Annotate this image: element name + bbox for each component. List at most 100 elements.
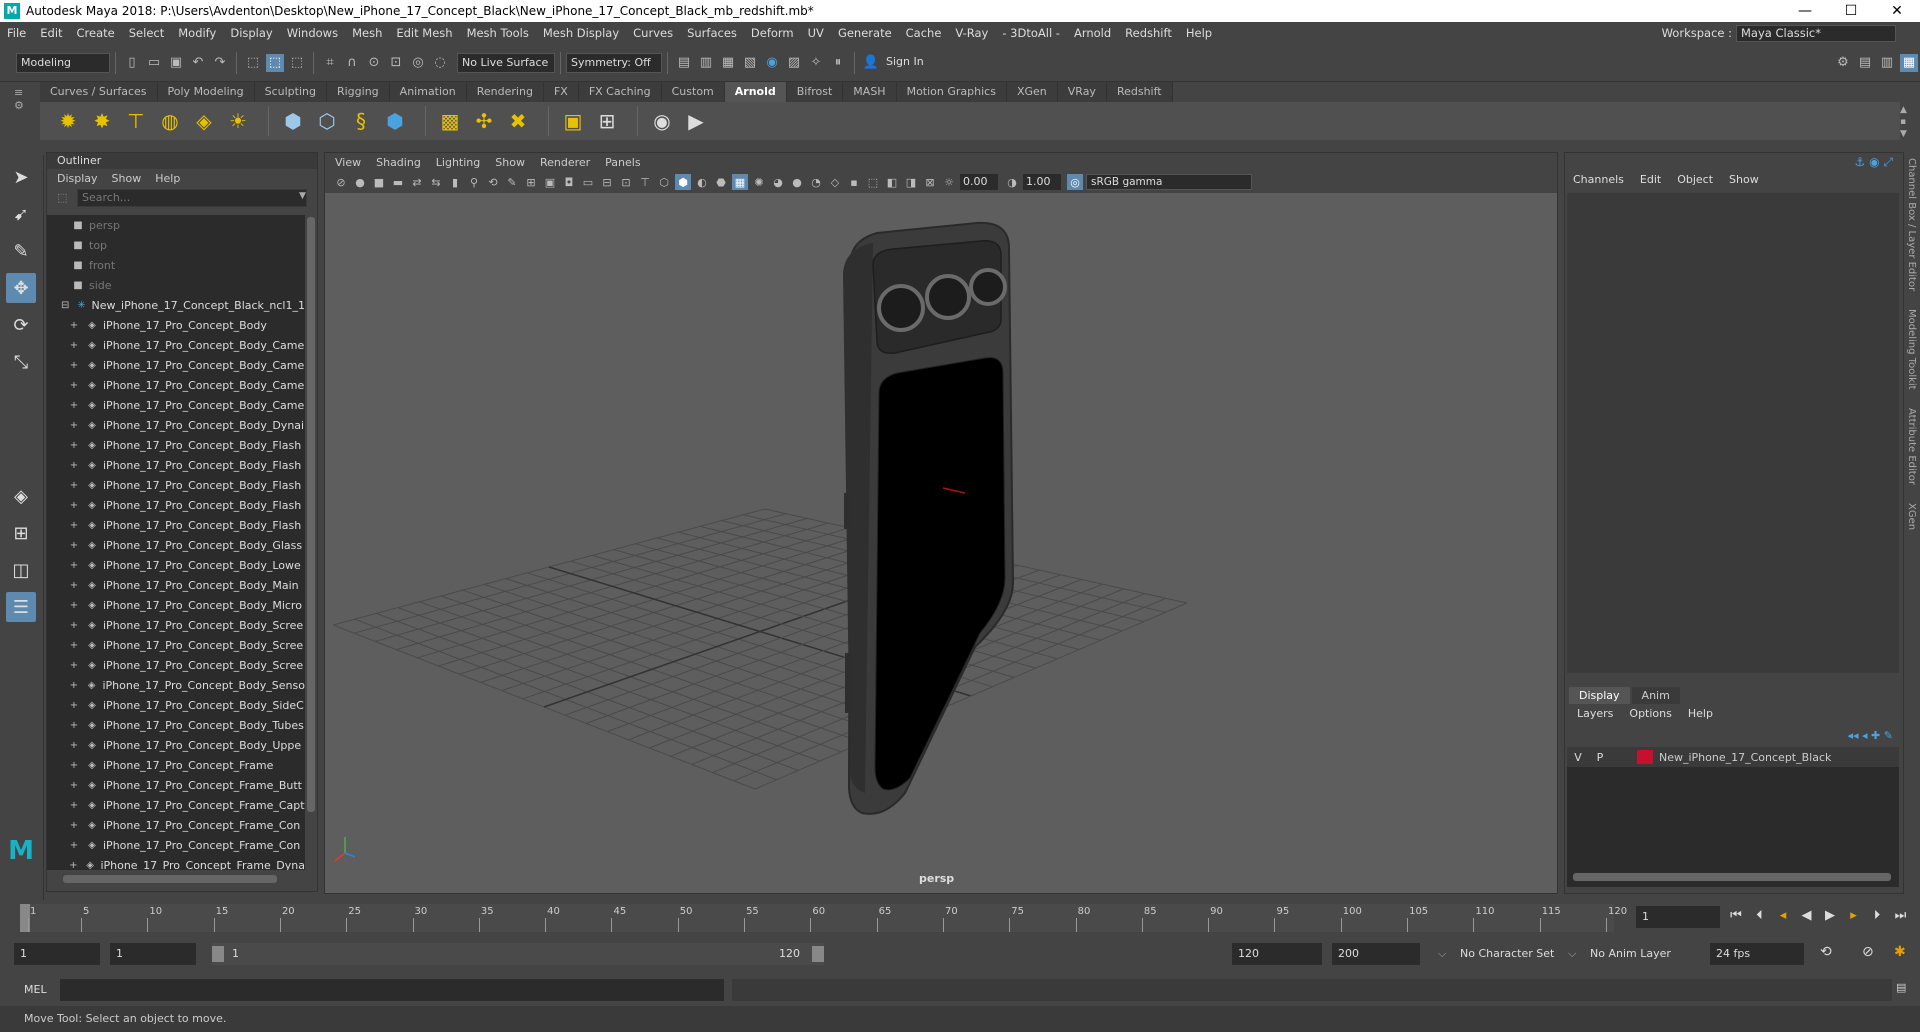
film-gate-icon[interactable]: ▣ (542, 174, 558, 190)
render-settings-icon[interactable]: ▧ (741, 54, 759, 72)
single-pane-layout-icon[interactable]: ◈ (6, 481, 36, 511)
layer-visibility-toggle[interactable]: V (1567, 751, 1589, 764)
channel-box-menu-show[interactable]: Show (1729, 173, 1759, 186)
viewport-panel[interactable]: View Shading Lighting Show Renderer Panels ⊘ … (324, 152, 1558, 894)
play-back-icon[interactable]: ◀ (1797, 908, 1817, 923)
arnold-eye-icon[interactable]: ◉ (648, 107, 676, 135)
resolution-gate-icon[interactable]: ◘ (561, 174, 577, 190)
select-component-icon[interactable]: ⬚ (288, 54, 306, 72)
arnold-flush-textures-icon[interactable]: ▩ (436, 107, 464, 135)
shelf-tab-poly-modeling[interactable]: Poly Modeling (157, 82, 255, 102)
render-view-icon[interactable]: ▤ (675, 54, 693, 72)
expand-icon[interactable]: + (67, 820, 81, 831)
wireframe-on-shaded-icon[interactable]: ⬣ (713, 174, 729, 190)
outliner-item[interactable]: + ◈ iPhone_17_Pro_Concept_Body_Senso (47, 675, 305, 695)
open-scene-icon[interactable]: ▭ (145, 54, 163, 72)
expand-icon[interactable]: + (67, 580, 81, 591)
expand-icon[interactable]: + (67, 520, 81, 531)
iphone-model[interactable] (843, 221, 1015, 815)
outliner-item[interactable]: ■ top (47, 235, 305, 255)
shelf-menu-handle[interactable]: ≡ ⚙ (14, 86, 30, 138)
preferences-icon[interactable]: ✱ (1894, 944, 1906, 960)
outliner-item[interactable]: + ◈ iPhone_17_Pro_Concept_Frame_Butt (47, 775, 305, 795)
move-tool-icon[interactable]: ✥ (6, 273, 36, 303)
isolate-select-icon[interactable]: ⬚ (865, 174, 881, 190)
step-back-key-icon[interactable]: ◂ (1773, 908, 1793, 923)
layer-tab-display[interactable]: Display (1569, 687, 1630, 704)
gamma-field[interactable]: 1.00 (1023, 174, 1061, 190)
render-setup-icon[interactable]: ▨ (785, 54, 803, 72)
attribute-editor-icon[interactable]: ▤ (1856, 54, 1874, 72)
expand-icon[interactable]: + (67, 860, 80, 871)
minimize-button[interactable]: — (1782, 3, 1828, 19)
arnold-physical-sky-icon[interactable]: ☀ (224, 107, 252, 135)
outliner-item[interactable]: + ◈ iPhone_17_Pro_Concept_Body_Flash (47, 475, 305, 495)
shelf-tab-arnold[interactable]: Arnold (724, 82, 787, 102)
character-set-dropdown[interactable]: No Character Set (1454, 943, 1566, 965)
image-plane-icon[interactable]: ▬ (390, 174, 406, 190)
viewport-scene[interactable] (325, 193, 1557, 893)
outliner-item[interactable]: + ◈ iPhone_17_Pro_Concept_Body_Flash (47, 495, 305, 515)
menu-v-ray[interactable]: V-Ray (948, 26, 995, 40)
select-tool-icon[interactable]: ➤ (6, 162, 36, 192)
menu-mesh-display[interactable]: Mesh Display (536, 26, 626, 40)
outliner-item[interactable]: + ◈ iPhone_17_Pro_Concept_Frame_Capt (47, 795, 305, 815)
outliner-item[interactable]: + ◈ iPhone_17_Pro_Concept_Body_Lowe (47, 555, 305, 575)
lights-icon[interactable]: ✺ (751, 174, 767, 190)
outliner-item[interactable]: + ◈ iPhone_17_Pro_Concept_Body_Came (47, 375, 305, 395)
arnold-curve-collector-icon[interactable]: § (347, 107, 375, 135)
menu-edit[interactable]: Edit (33, 26, 69, 40)
menu-surfaces[interactable]: Surfaces (680, 26, 744, 40)
color-management-icon[interactable]: ◎ (1067, 174, 1083, 190)
expand-icon[interactable]: + (67, 740, 81, 751)
step-forward-key-icon[interactable]: ▸ (1844, 908, 1864, 923)
expand-icon[interactable]: + (67, 700, 81, 711)
expand-icon[interactable]: + (67, 840, 81, 851)
side-tab-attribute-editor[interactable]: Attribute Editor (1906, 408, 1917, 485)
expand-icon[interactable]: + (67, 400, 81, 411)
expand-icon[interactable]: + (67, 500, 81, 511)
outliner-item[interactable]: + ◈ iPhone_17_Pro_Concept_Body_SideC (47, 695, 305, 715)
shelf-tab-xgen[interactable]: XGen (1006, 82, 1058, 102)
outliner-item[interactable]: + ◈ iPhone_17_Pro_Concept_Frame_Con (47, 835, 305, 855)
outliner-menu-show[interactable]: Show (112, 172, 142, 185)
arnold-tx-manager-icon[interactable]: ✣ (470, 107, 498, 135)
snap-curve-icon[interactable]: ∩ (343, 54, 361, 72)
camera-select-icon[interactable]: ⊘ (333, 174, 349, 190)
search-options-chevron-icon[interactable]: ▼ (299, 191, 306, 201)
arnold-standin-icon[interactable]: ⬢ (279, 107, 307, 135)
screen-space-ao-icon[interactable]: ● (789, 174, 805, 190)
layer-playback-toggle[interactable]: P (1589, 751, 1611, 764)
outliner-item[interactable]: + ◈ iPhone_17_Pro_Concept_Body_Flash (47, 455, 305, 475)
expand-icon[interactable]: + (67, 360, 81, 371)
menu-create[interactable]: Create (70, 26, 122, 40)
shelf-scroll-arrows[interactable]: ▲ ▪ ▼ (1900, 104, 1907, 140)
shelf-tab-rendering[interactable]: Rendering (466, 82, 544, 102)
two-pane-layout-icon[interactable]: ◫ (6, 555, 36, 585)
save-scene-icon[interactable]: ▣ (167, 54, 185, 72)
grid-icon[interactable]: ⊞ (523, 174, 539, 190)
outliner-item[interactable]: ⊟ ✳ New_iPhone_17_Concept_Black_ncl1_1 (47, 295, 305, 315)
snap-point-icon[interactable]: ⊙ (365, 54, 383, 72)
outliner-item[interactable]: + ◈ iPhone_17_Pro_Concept_Body_Came (47, 335, 305, 355)
arnold-photometric-light-icon[interactable]: ⊤ (122, 107, 150, 135)
outliner-item[interactable]: + ◈ iPhone_17_Pro_Concept_Body_Came (47, 395, 305, 415)
menu-uv[interactable]: UV (801, 26, 831, 40)
shelf-tab-motion-graphics[interactable]: Motion Graphics (896, 82, 1007, 102)
play-forward-icon[interactable]: ▶ (1820, 908, 1840, 923)
shelf-tab-fx[interactable]: FX (543, 82, 579, 102)
outliner-item[interactable]: + ◈ iPhone_17_Pro_Concept_Body_Scree (47, 635, 305, 655)
layer-tab-anim[interactable]: Anim (1631, 687, 1680, 704)
redo-icon[interactable]: ↷ (211, 54, 229, 72)
camera-attributes-icon[interactable]: ● (352, 174, 368, 190)
menu-redshift[interactable]: Redshift (1118, 26, 1179, 40)
sign-in-button[interactable]: Sign In (882, 52, 986, 73)
new-scene-icon[interactable]: ▯ (123, 54, 141, 72)
shelf-tab-fx-caching[interactable]: FX Caching (578, 82, 662, 102)
outliner-item[interactable]: + ◈ iPhone_17_Pro_Concept_Body_Came (47, 355, 305, 375)
tool-settings-icon[interactable]: ▥ (1878, 54, 1896, 72)
viewport-menu-shading[interactable]: Shading (376, 156, 421, 169)
arnold-render-view-icon[interactable]: ▣ (559, 107, 587, 135)
layer-list-scrollbar[interactable] (1573, 873, 1891, 881)
go-to-start-icon[interactable]: ⏮ (1726, 908, 1746, 923)
